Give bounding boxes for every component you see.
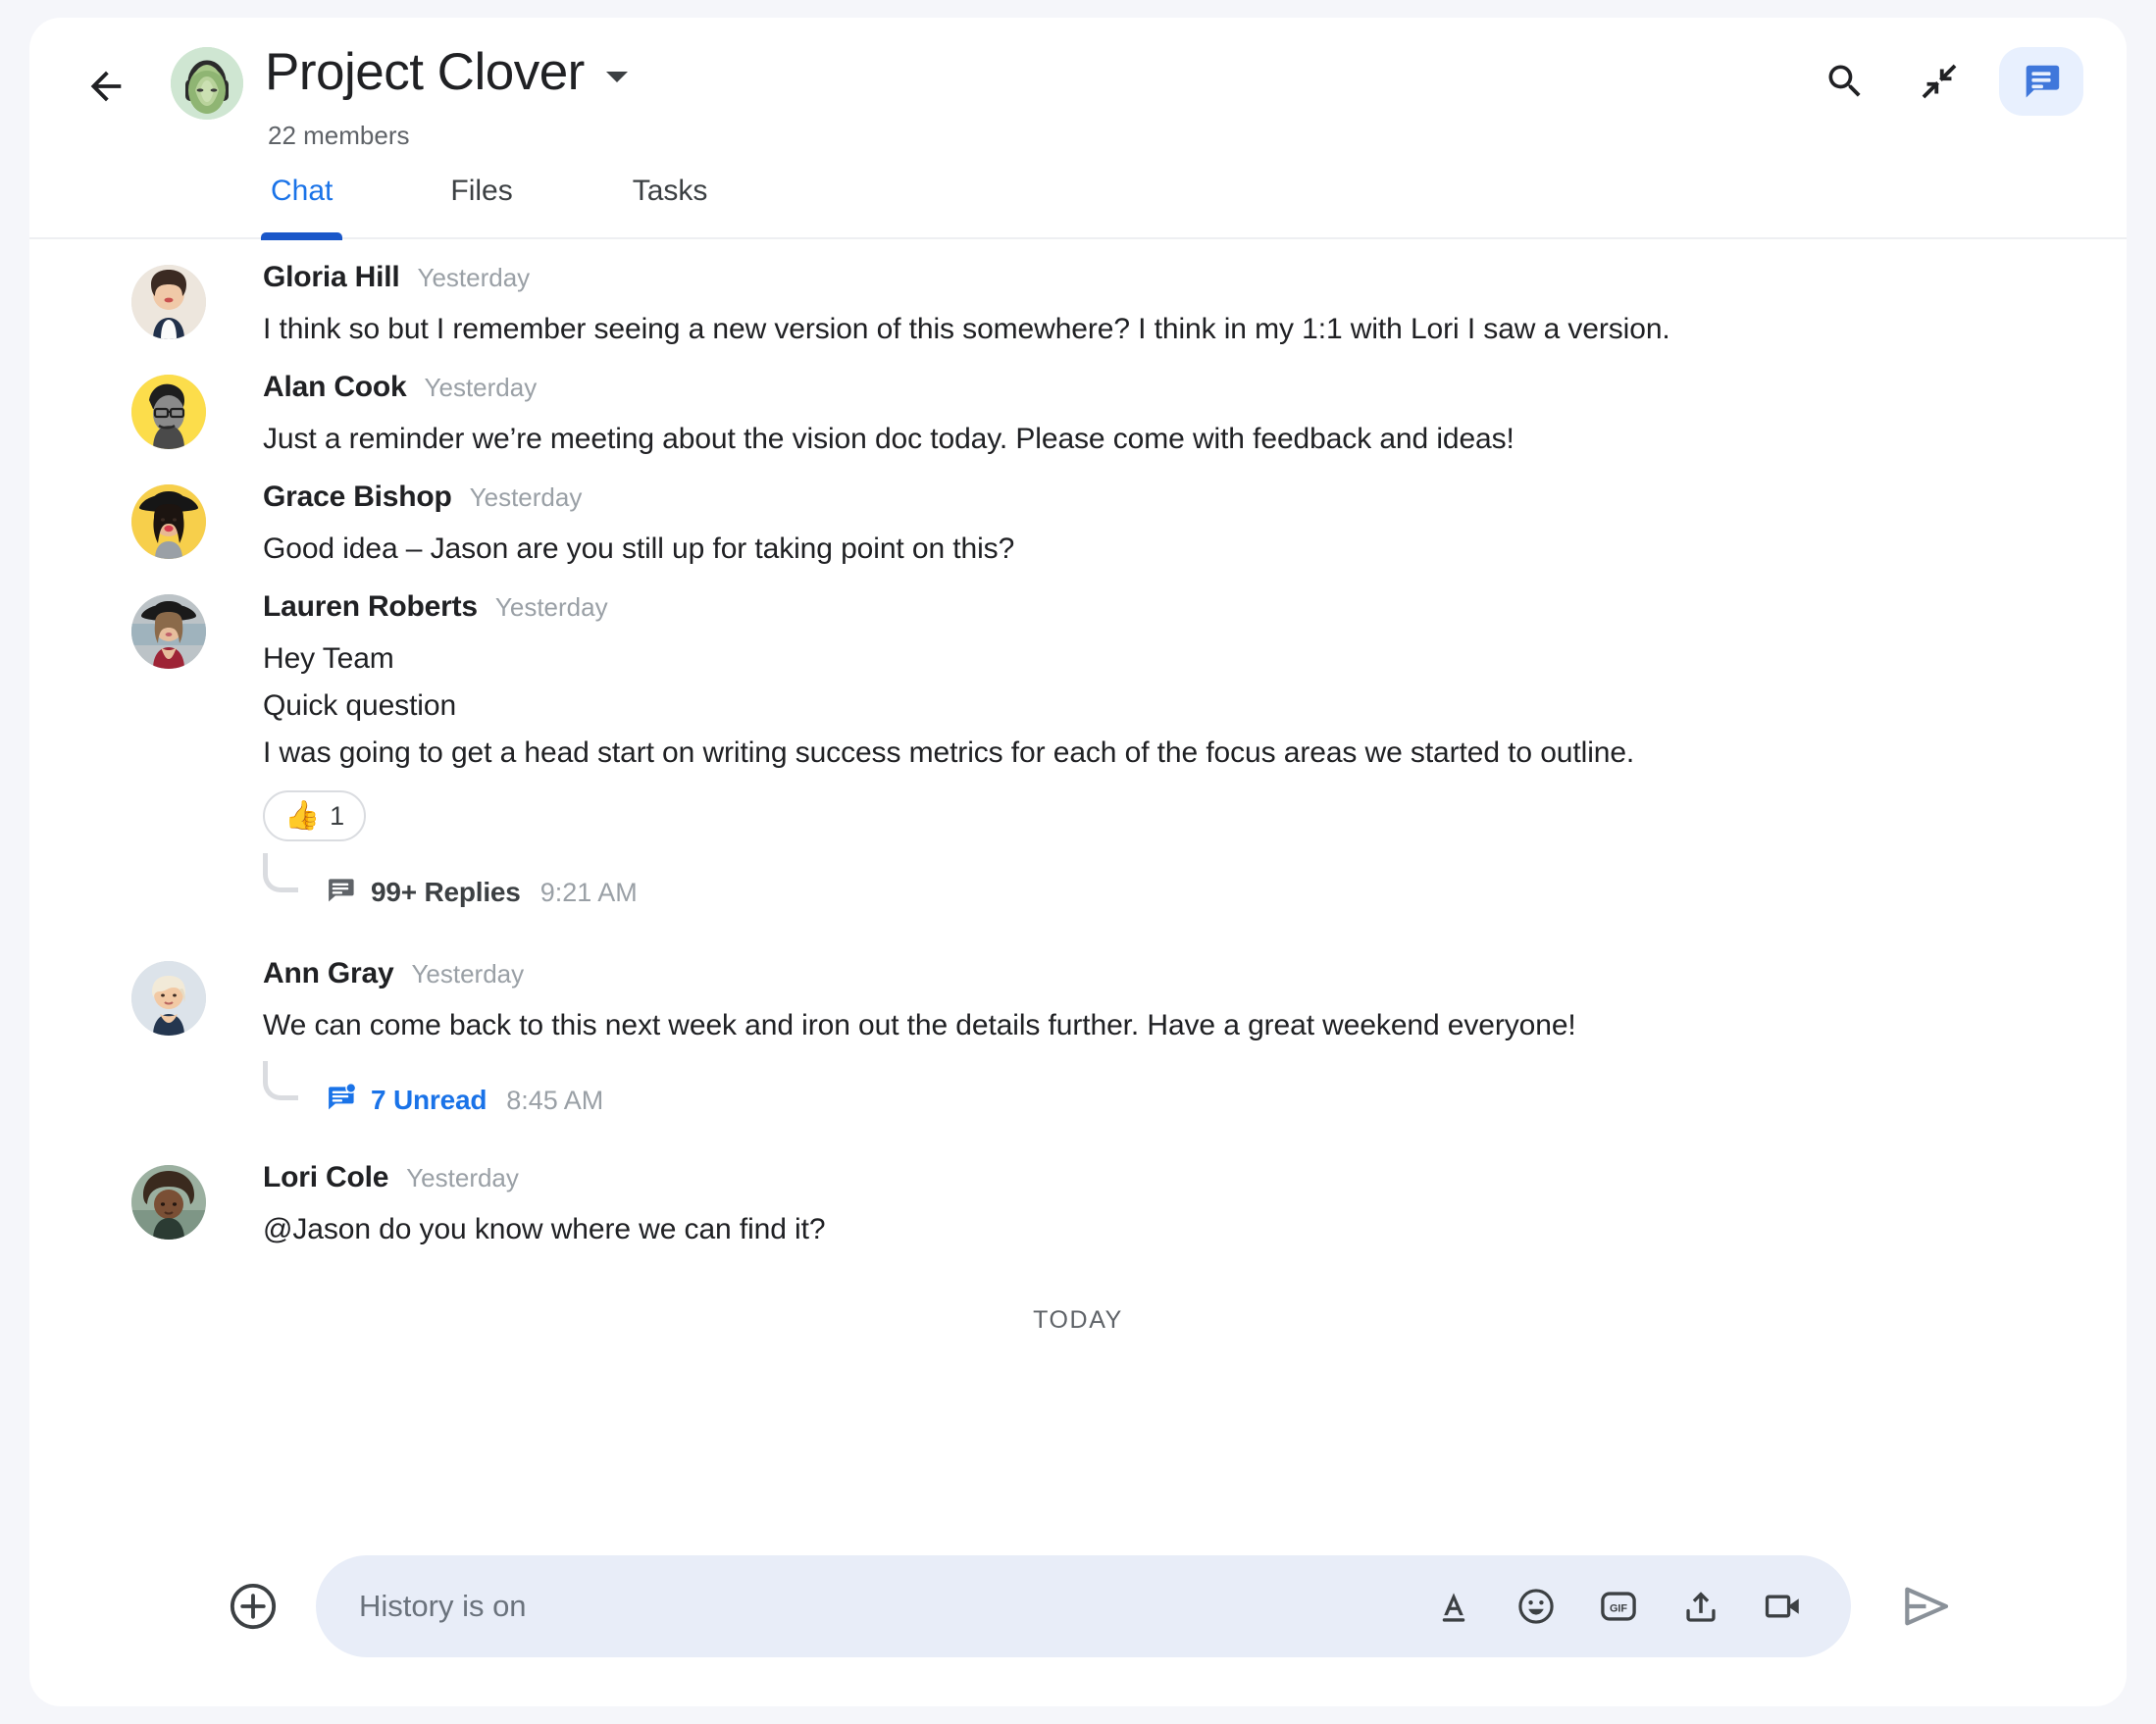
video-icon[interactable] bbox=[1755, 1578, 1812, 1635]
avatar[interactable] bbox=[131, 265, 206, 339]
message-input[interactable] bbox=[359, 1589, 1425, 1624]
thread-elbow-connector bbox=[263, 1061, 298, 1100]
avatar[interactable] bbox=[131, 1165, 206, 1240]
tab-chat-label: Chat bbox=[271, 175, 333, 208]
thread-bubble-unread-icon bbox=[324, 1082, 357, 1120]
svg-text:GIF: GIF bbox=[1610, 1602, 1627, 1614]
tab-files-label: Files bbox=[450, 175, 512, 208]
message-timestamp: Yesterday bbox=[470, 482, 583, 513]
upload-icon[interactable] bbox=[1672, 1578, 1729, 1635]
tab-files[interactable]: Files bbox=[442, 175, 520, 237]
header-actions bbox=[1811, 47, 2083, 116]
room-avatar[interactable] bbox=[171, 47, 243, 120]
message-author: Alan Cook bbox=[263, 371, 407, 404]
day-divider: TODAY bbox=[29, 1306, 2127, 1335]
message-item[interactable]: Lori Cole Yesterday @Jason do you know w… bbox=[29, 1161, 2127, 1253]
emoji-icon[interactable] bbox=[1508, 1578, 1565, 1635]
thumbs-up-icon: 👍 bbox=[284, 802, 320, 831]
message-timestamp: Yesterday bbox=[425, 373, 538, 403]
reaction-count: 1 bbox=[330, 801, 344, 832]
message-text: I think so but I remember seeing a new v… bbox=[263, 306, 2068, 353]
message-item[interactable]: Lauren Roberts Yesterday Hey Team Quick … bbox=[29, 590, 2127, 918]
tab-bar: Chat Files Tasks bbox=[29, 175, 2127, 239]
send-icon[interactable] bbox=[1890, 1571, 1961, 1642]
page-title: Project Clover bbox=[265, 45, 585, 100]
message-author: Lauren Roberts bbox=[263, 590, 478, 624]
message-author: Grace Bishop bbox=[263, 481, 452, 514]
collapse-icon[interactable] bbox=[1905, 47, 1974, 116]
tab-tasks-label: Tasks bbox=[633, 175, 708, 208]
chat-window: Project Clover 22 members bbox=[29, 18, 2127, 1706]
thread-bubble-icon bbox=[324, 874, 357, 912]
reaction-chip-thumbsup[interactable]: 👍 1 bbox=[263, 790, 366, 841]
back-arrow-icon[interactable] bbox=[75, 55, 137, 118]
message-text: I was going to get a head start on writi… bbox=[263, 730, 2068, 777]
search-icon[interactable] bbox=[1811, 47, 1879, 116]
tab-tasks[interactable]: Tasks bbox=[625, 175, 716, 237]
message-text: @Jason do you know where we can find it? bbox=[263, 1206, 2068, 1253]
member-count: 22 members bbox=[268, 121, 410, 151]
message-item[interactable]: Ann Gray Yesterday We can come back to t… bbox=[29, 957, 2127, 1126]
message-author: Lori Cole bbox=[263, 1161, 388, 1194]
message-text: Good idea – Jason are you still up for t… bbox=[263, 526, 2068, 573]
gif-icon[interactable]: GIF bbox=[1590, 1578, 1647, 1635]
composer-pill[interactable]: GIF bbox=[316, 1555, 1851, 1657]
thread-elbow-connector bbox=[263, 853, 298, 892]
chat-header: Project Clover 22 members bbox=[29, 18, 2127, 175]
thread-summary-unread[interactable]: 7 Unread 8:45 AM bbox=[263, 1075, 2068, 1126]
thread-timestamp: 8:45 AM bbox=[506, 1086, 603, 1116]
message-item[interactable]: Gloria Hill Yesterday I think so but I r… bbox=[29, 261, 2127, 353]
composer-tools: GIF bbox=[1425, 1578, 1818, 1635]
chat-bubble-icon[interactable] bbox=[1999, 47, 2083, 116]
message-text: Quick question bbox=[263, 683, 2068, 730]
avatar[interactable] bbox=[131, 594, 206, 669]
message-text: Hey Team bbox=[263, 635, 2068, 683]
tab-chat[interactable]: Chat bbox=[263, 175, 340, 237]
message-text: We can come back to this next week and i… bbox=[263, 1002, 2068, 1049]
room-title-row[interactable]: Project Clover bbox=[265, 45, 628, 100]
plus-circle-icon[interactable] bbox=[222, 1575, 284, 1638]
reaction-list: 👍 1 bbox=[263, 790, 2068, 841]
thread-unread-count: 7 Unread bbox=[371, 1085, 487, 1116]
avatar[interactable] bbox=[131, 961, 206, 1036]
message-timestamp: Yesterday bbox=[406, 1163, 519, 1193]
message-list[interactable]: Gloria Hill Yesterday I think so but I r… bbox=[29, 239, 2127, 1544]
chevron-down-icon[interactable] bbox=[606, 72, 628, 82]
message-timestamp: Yesterday bbox=[411, 959, 524, 989]
message-timestamp: Yesterday bbox=[418, 263, 531, 293]
message-text: Just a reminder we’re meeting about the … bbox=[263, 416, 2068, 463]
avatar[interactable] bbox=[131, 375, 206, 449]
message-composer: GIF bbox=[29, 1547, 2127, 1665]
message-timestamp: Yesterday bbox=[495, 592, 608, 623]
message-author: Ann Gray bbox=[263, 957, 393, 990]
thread-reply-count: 99+ Replies bbox=[371, 877, 521, 908]
thread-summary[interactable]: 99+ Replies 9:21 AM bbox=[263, 867, 2068, 918]
message-item[interactable]: Grace Bishop Yesterday Good idea – Jason… bbox=[29, 481, 2127, 573]
message-author: Gloria Hill bbox=[263, 261, 400, 294]
message-item[interactable]: Alan Cook Yesterday Just a reminder we’r… bbox=[29, 371, 2127, 463]
avatar[interactable] bbox=[131, 484, 206, 559]
format-text-icon[interactable] bbox=[1425, 1578, 1482, 1635]
thread-timestamp: 9:21 AM bbox=[540, 878, 638, 908]
